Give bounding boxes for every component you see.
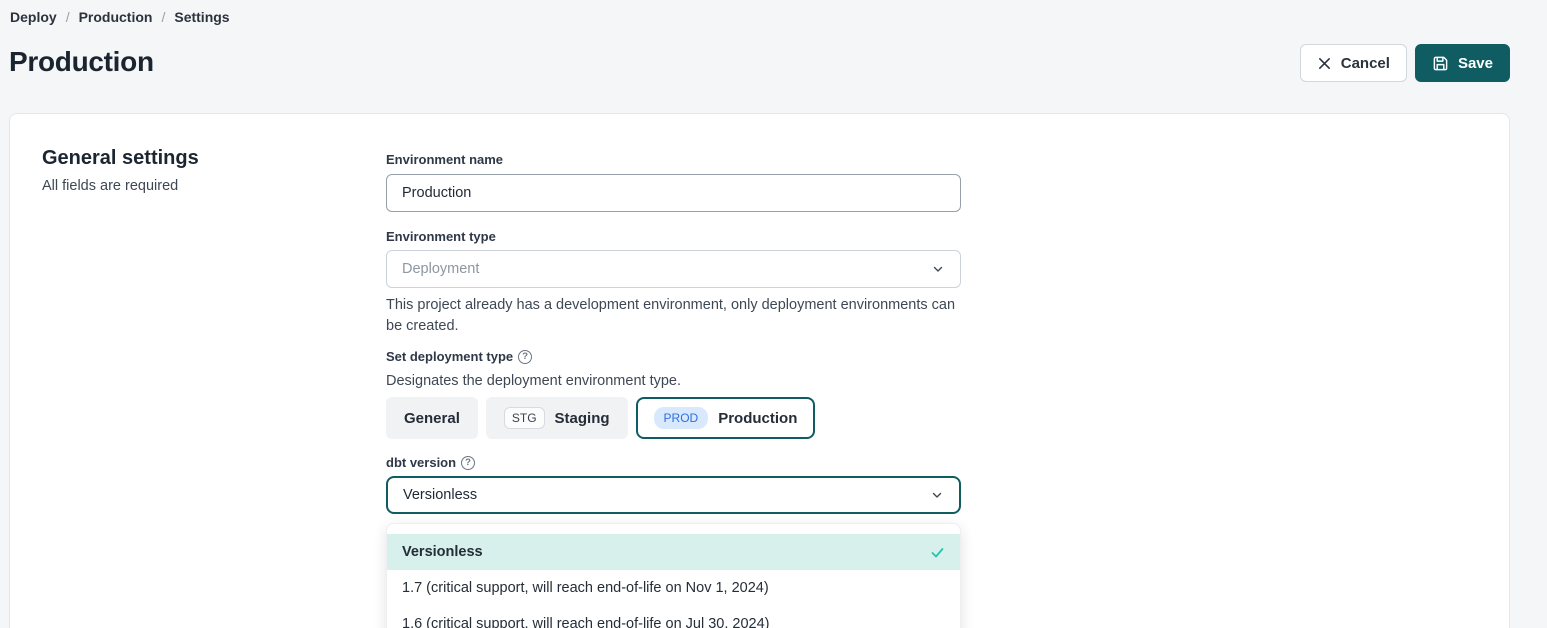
deployment-type-options: General STG Staging PROD Production: [386, 397, 815, 439]
check-icon: [930, 545, 945, 560]
environment-name-label: Environment name: [386, 152, 503, 167]
deployment-type-production-label: Production: [718, 410, 797, 427]
save-button-label: Save: [1458, 55, 1493, 72]
breadcrumb-production[interactable]: Production: [79, 9, 153, 25]
cancel-button-label: Cancel: [1341, 55, 1390, 72]
breadcrumb: Deploy / Production / Settings: [10, 9, 230, 25]
close-icon: [1317, 56, 1332, 71]
dbt-version-dropdown: Versionless 1.7 (critical support, will …: [386, 523, 961, 628]
deployment-type-staging-button[interactable]: STG Staging: [486, 397, 628, 439]
staging-badge: STG: [504, 407, 545, 429]
deployment-type-label-text: Set deployment type: [386, 349, 513, 364]
deployment-type-production-button[interactable]: PROD Production: [636, 397, 816, 439]
save-disk-icon: [1432, 55, 1449, 72]
save-button[interactable]: Save: [1415, 44, 1510, 82]
page-title: Production: [9, 46, 154, 78]
section-title: General settings: [42, 147, 199, 170]
header-actions: Cancel Save: [1300, 44, 1510, 82]
environment-type-value: Deployment: [402, 261, 479, 277]
dropdown-option-versionless[interactable]: Versionless: [387, 534, 960, 570]
breadcrumb-separator: /: [161, 9, 165, 25]
chevron-down-icon: [930, 488, 944, 502]
cancel-button[interactable]: Cancel: [1300, 44, 1407, 82]
dropdown-option-label: 1.6 (critical support, will reach end-of…: [402, 616, 770, 628]
dbt-version-value: Versionless: [403, 487, 477, 503]
deployment-type-general-button[interactable]: General: [386, 397, 478, 439]
breadcrumb-settings-current: Settings: [174, 9, 229, 25]
dbt-version-select[interactable]: Versionless: [386, 476, 961, 514]
deployment-type-staging-label: Staging: [555, 410, 610, 427]
dropdown-option-1-7[interactable]: 1.7 (critical support, will reach end-of…: [387, 570, 960, 606]
dropdown-option-label: Versionless: [402, 544, 483, 560]
settings-card: General settings All fields are required…: [9, 113, 1510, 628]
environment-name-input[interactable]: [386, 174, 961, 212]
help-icon[interactable]: ?: [461, 456, 475, 470]
prod-badge: PROD: [654, 407, 709, 429]
environment-type-label-text: Environment type: [386, 229, 496, 244]
environment-type-helper: This project already has a development e…: [386, 295, 961, 336]
deployment-type-general-label: General: [404, 410, 460, 427]
environment-type-select[interactable]: Deployment: [386, 250, 961, 288]
deployment-type-label: Set deployment type ?: [386, 349, 532, 364]
chevron-down-icon: [931, 262, 945, 276]
deployment-type-helper: Designates the deployment environment ty…: [386, 371, 961, 392]
breadcrumb-deploy[interactable]: Deploy: [10, 9, 57, 25]
environment-type-label: Environment type: [386, 229, 496, 244]
help-icon[interactable]: ?: [518, 350, 532, 364]
section-subtitle: All fields are required: [42, 178, 178, 194]
dbt-version-label-text: dbt version: [386, 455, 456, 470]
dbt-version-label: dbt version ?: [386, 455, 475, 470]
dropdown-option-1-6[interactable]: 1.6 (critical support, will reach end-of…: [387, 606, 960, 628]
dropdown-option-label: 1.7 (critical support, will reach end-of…: [402, 580, 769, 596]
environment-name-label-text: Environment name: [386, 152, 503, 167]
breadcrumb-separator: /: [66, 9, 70, 25]
